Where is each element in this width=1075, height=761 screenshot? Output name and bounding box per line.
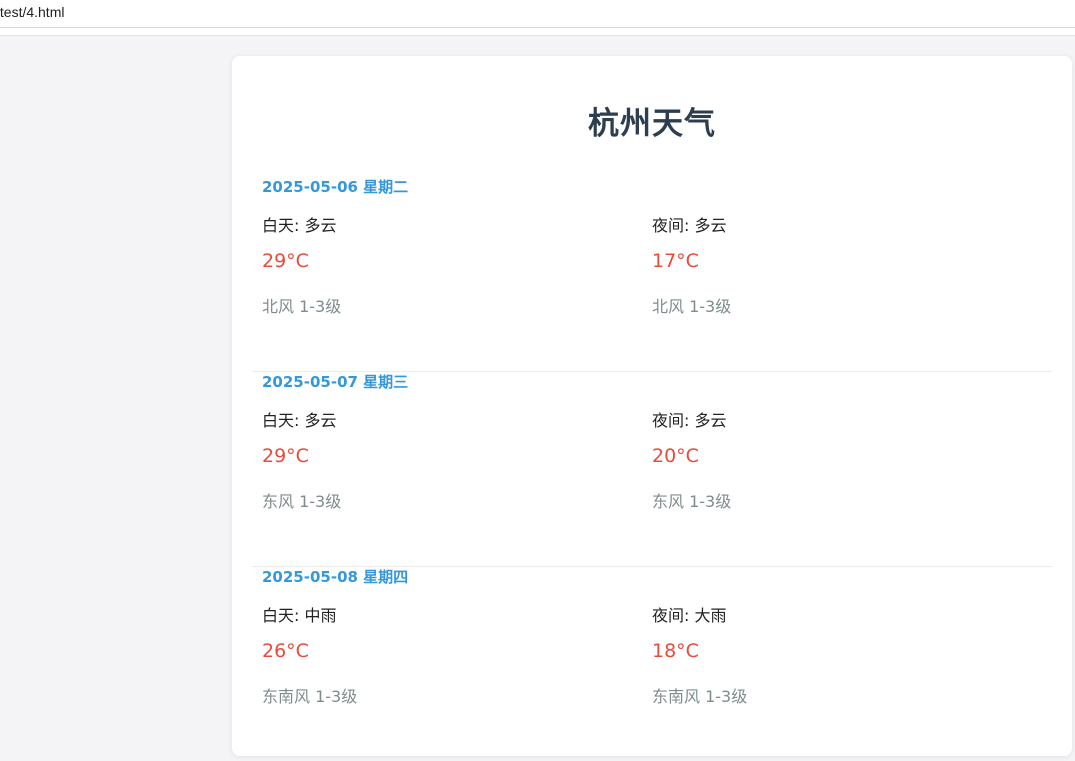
nighttime-condition: 夜间: 大雨	[652, 606, 727, 625]
nighttime-temperature: 17°C	[652, 250, 699, 272]
daytime-condition: 白天: 中雨	[262, 606, 337, 625]
page-title: 杭州天气	[588, 106, 716, 142]
forecast-date: 2025-05-08 星期四	[262, 568, 409, 586]
forecast-day: 2025-05-06 星期二 白天: 多云 29°C 北风 1-3级 夜间: 多…	[252, 176, 1052, 372]
address-url-text: /test/4.html	[0, 4, 65, 20]
forecast-date: 2025-05-06 星期二	[262, 178, 409, 196]
nighttime-wind: 东风 1-3级	[652, 492, 732, 511]
nighttime-condition: 夜间: 多云	[652, 411, 727, 430]
daytime-wind: 东南风 1-3级	[262, 687, 358, 706]
nighttime-forecast: 夜间: 多云 17°C 北风 1-3级	[652, 212, 1012, 322]
daytime-forecast: 白天: 多云 29°C 东风 1-3级	[262, 407, 622, 517]
nighttime-temperature: 20°C	[652, 445, 699, 467]
nighttime-wind: 北风 1-3级	[652, 297, 732, 316]
daytime-temperature: 29°C	[262, 250, 309, 272]
nighttime-forecast: 夜间: 多云 20°C 东风 1-3级	[652, 407, 1012, 517]
daytime-temperature: 29°C	[262, 445, 309, 467]
forecast-day: 2025-05-07 星期三 白天: 多云 29°C 东风 1-3级 夜间: 多…	[252, 371, 1052, 567]
browser-toolbar-strip	[0, 28, 1075, 36]
nighttime-temperature: 18°C	[652, 640, 699, 662]
daytime-forecast: 白天: 中雨 26°C 东南风 1-3级	[262, 602, 622, 712]
daytime-condition: 白天: 多云	[262, 216, 337, 235]
daytime-forecast: 白天: 多云 29°C 北风 1-3级	[262, 212, 622, 322]
daytime-wind: 北风 1-3级	[262, 297, 342, 316]
browser-address-bar[interactable]: /test/4.html	[0, 0, 1075, 28]
nighttime-wind: 东南风 1-3级	[652, 687, 748, 706]
nighttime-condition: 夜间: 多云	[652, 216, 727, 235]
daytime-temperature: 26°C	[262, 640, 309, 662]
daytime-wind: 东风 1-3级	[262, 492, 342, 511]
daytime-condition: 白天: 多云	[262, 411, 337, 430]
nighttime-forecast: 夜间: 大雨 18°C 东南风 1-3级	[652, 602, 1012, 712]
forecast-day: 2025-05-08 星期四 白天: 中雨 26°C 东南风 1-3级 夜间: …	[252, 566, 1052, 761]
weather-card: 杭州天气 2025-05-06 星期二 白天: 多云 29°C 北风 1-3级 …	[232, 56, 1072, 756]
forecast-date: 2025-05-07 星期三	[262, 373, 409, 391]
